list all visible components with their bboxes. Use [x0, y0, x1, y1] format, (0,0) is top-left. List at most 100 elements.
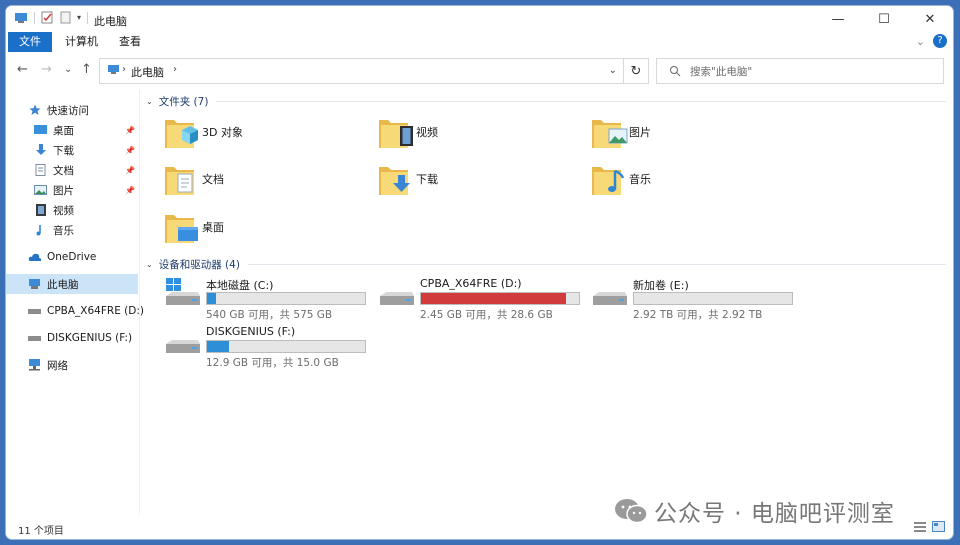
- folder-item[interactable]: 文档: [164, 161, 364, 203]
- sidebar-item-drive-d[interactable]: CPBA_X64FRE (D:): [6, 301, 160, 321]
- drive-item[interactable]: 本地磁盘 (C:) 540 GB 可用，共 575 GB: [164, 278, 374, 322]
- back-button[interactable]: ←: [17, 62, 28, 77]
- folder-item[interactable]: 图片: [591, 114, 791, 156]
- up-button[interactable]: ↑: [81, 62, 92, 77]
- address-history-chevron-icon[interactable]: ⌄: [609, 65, 617, 76]
- tab-computer[interactable]: 计算机: [54, 32, 109, 52]
- drive-usage-fill: [421, 293, 567, 304]
- drive-item[interactable]: DISKGENIUS (F:) 12.9 GB 可用，共 15.0 GB: [164, 325, 374, 370]
- sidebar-item-music[interactable]: 音乐: [6, 220, 138, 240]
- sidebar-item-label: DISKGENIUS (F:): [47, 332, 133, 344]
- sidebar-item-drive-f[interactable]: DISKGENIUS (F:): [6, 328, 160, 348]
- collapse-chevron-icon[interactable]: ⌄: [146, 260, 153, 269]
- minimize-button[interactable]: —: [815, 6, 861, 32]
- folder-label: 文档: [202, 173, 224, 186]
- drive-usage-bar: [206, 340, 366, 353]
- sidebar-item-documents[interactable]: 文档 📌: [6, 160, 138, 180]
- forward-button[interactable]: →: [41, 62, 52, 77]
- address-bar[interactable]: › 此电脑 › ⌄: [99, 58, 624, 84]
- group-title: 设备和驱动器 (4): [158, 258, 240, 271]
- sidebar-item-network[interactable]: 网络: [6, 355, 160, 375]
- music-icon: [34, 224, 47, 236]
- document-icon: [34, 164, 47, 176]
- sidebar-item-this-pc[interactable]: 此电脑: [6, 274, 138, 294]
- sidebar-item-label: 快速访问: [47, 104, 89, 117]
- folder-item[interactable]: 视频: [378, 114, 578, 156]
- pin-icon[interactable]: 📌: [125, 186, 135, 195]
- drive-usage-fill: [207, 293, 217, 304]
- breadcrumb[interactable]: 此电脑: [131, 64, 164, 80]
- search-box[interactable]: 搜索"此电脑": [656, 58, 944, 84]
- folder-item[interactable]: 桌面: [164, 209, 364, 251]
- window-controls: — ☐ ✕: [815, 6, 953, 32]
- help-button[interactable]: ?: [933, 34, 947, 48]
- cloud-icon: [28, 251, 41, 263]
- breadcrumb-chevron-icon[interactable]: ›: [173, 64, 177, 75]
- search-icon: [670, 66, 681, 77]
- pane-divider[interactable]: [139, 90, 140, 515]
- sidebar-item-videos[interactable]: 视频: [6, 200, 138, 220]
- sidebar-item-onedrive[interactable]: OneDrive: [6, 247, 160, 267]
- group-header-folders[interactable]: ⌄ 文件夹 (7): [146, 93, 946, 109]
- tab-view[interactable]: 查看: [108, 32, 152, 52]
- sidebar-item-label: 文档: [53, 164, 74, 177]
- drive-usage-fill: [207, 341, 230, 352]
- sidebar-item-label: 桌面: [53, 124, 74, 137]
- recent-locations-button[interactable]: ⌄: [64, 64, 72, 75]
- sidebar-item-label: 音乐: [53, 224, 74, 237]
- folder-item[interactable]: 3D 对象: [164, 114, 364, 156]
- pin-icon[interactable]: 📌: [125, 126, 135, 135]
- sidebar-item-quick-access[interactable]: 快速访问: [6, 100, 160, 120]
- drive-name: 新加卷 (E:): [633, 279, 689, 292]
- ribbon-tabs: 文件 计算机 查看 ⌄ ?: [6, 32, 953, 54]
- title-bar: ▾ 此电脑 — ☐ ✕: [6, 6, 953, 32]
- wechat-icon: [615, 499, 648, 524]
- quick-access-toolbar: ▾: [14, 11, 89, 24]
- video-icon: [34, 204, 47, 216]
- drive-name: 本地磁盘 (C:): [206, 279, 274, 292]
- collapse-chevron-icon[interactable]: ⌄: [146, 97, 153, 106]
- new-folder-icon[interactable]: [59, 11, 71, 24]
- drive-free-space: 12.9 GB 可用，共 15.0 GB: [206, 357, 339, 369]
- sidebar-item-label: 图片: [53, 184, 74, 197]
- close-button[interactable]: ✕: [907, 6, 953, 32]
- pin-icon[interactable]: 📌: [125, 166, 135, 175]
- windows-logo-icon: [166, 278, 181, 291]
- navigation-pane: 快速访问 桌面 📌 下载 📌 文档 📌 图片 📌 视频 音乐 OneDrive …: [6, 90, 144, 515]
- folder-label: 下载: [416, 173, 438, 186]
- folder-label: 图片: [629, 126, 651, 139]
- explorer-window: ▾ 此电脑 — ☐ ✕ 文件 计算机 查看 ⌄ ? ← → ⌄ ↑ › 此电脑 …: [6, 6, 953, 539]
- sidebar-item-downloads[interactable]: 下载 📌: [6, 140, 138, 160]
- properties-icon[interactable]: [41, 11, 53, 24]
- drive-icon: [28, 332, 41, 344]
- drive-item[interactable]: CPBA_X64FRE (D:) 2.45 GB 可用，共 28.6 GB: [378, 277, 588, 322]
- window-title: 此电脑: [94, 15, 127, 28]
- sidebar-item-pictures[interactable]: 图片 📌: [6, 180, 138, 200]
- sidebar-item-label: CPBA_X64FRE (D:): [47, 305, 144, 317]
- folder-item[interactable]: 下载: [378, 161, 578, 203]
- pin-icon[interactable]: 📌: [125, 146, 135, 155]
- sidebar-item-desktop[interactable]: 桌面 📌: [6, 120, 138, 140]
- folder-label: 3D 对象: [202, 126, 243, 139]
- folder-icon: [165, 215, 198, 243]
- folder-item[interactable]: 音乐: [591, 161, 791, 203]
- group-header-drives[interactable]: ⌄ 设备和驱动器 (4): [146, 256, 946, 272]
- customize-toolbar-icon[interactable]: ▾: [77, 13, 81, 22]
- picture-icon: [34, 184, 47, 196]
- sidebar-item-label: 视频: [53, 204, 74, 217]
- refresh-button[interactable]: ↻: [623, 58, 649, 84]
- details-view-icon[interactable]: [914, 521, 926, 532]
- drive-icon: [166, 340, 200, 353]
- drive-free-space: 2.92 TB 可用，共 2.92 TB: [633, 309, 763, 321]
- tab-file[interactable]: 文件: [8, 32, 52, 52]
- expand-ribbon-icon[interactable]: ⌄: [916, 35, 925, 48]
- large-icons-view-icon[interactable]: [932, 521, 945, 532]
- group-title: 文件夹 (7): [158, 95, 209, 108]
- drive-item[interactable]: 新加卷 (E:) 2.92 TB 可用，共 2.92 TB: [591, 278, 801, 322]
- status-item-count: 11 个项目: [18, 526, 64, 537]
- drive-icon: [380, 292, 414, 305]
- breadcrumb-chevron-icon[interactable]: ›: [122, 64, 126, 75]
- folder-icon: [592, 120, 628, 148]
- maximize-button[interactable]: ☐: [861, 6, 907, 32]
- view-switcher: [914, 521, 945, 532]
